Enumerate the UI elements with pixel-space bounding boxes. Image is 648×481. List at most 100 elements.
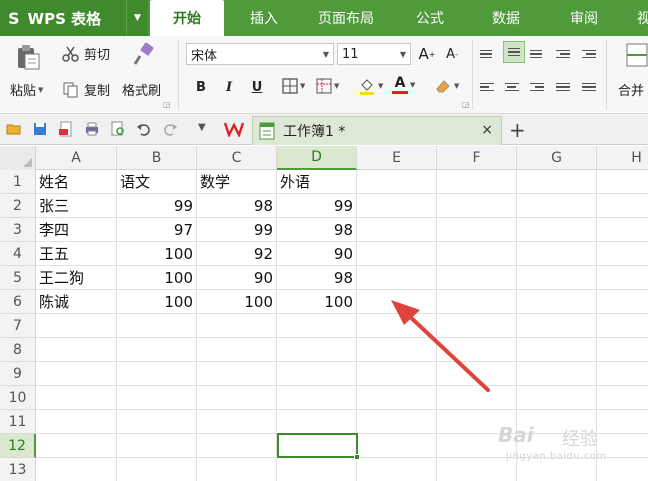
app-menu-caret-icon[interactable]: ▼ — [126, 0, 148, 36]
cell-b11[interactable] — [117, 410, 197, 434]
cell-b3[interactable]: 97 — [117, 218, 197, 242]
row-header-11[interactable]: 11 — [0, 410, 36, 434]
tab-formulas[interactable]: 公式 — [398, 0, 462, 36]
cell-c12[interactable] — [197, 434, 277, 458]
cell-e3[interactable] — [357, 218, 437, 242]
cell-a1[interactable]: 姓名 — [36, 170, 117, 194]
cell-e12[interactable] — [357, 434, 437, 458]
shrink-font-button[interactable]: A- — [441, 43, 463, 65]
underline-button[interactable]: U — [246, 76, 268, 98]
cell-g1[interactable] — [517, 170, 597, 194]
cell-fill-pattern-button[interactable]: ▼ — [316, 78, 339, 94]
redo-icon[interactable] — [162, 121, 178, 137]
cell-g9[interactable] — [517, 362, 597, 386]
print-icon[interactable] — [84, 121, 100, 137]
close-icon[interactable]: × — [481, 122, 493, 138]
cell-f6[interactable] — [437, 290, 517, 314]
column-header-c[interactable]: C — [197, 146, 277, 170]
cell-e5[interactable] — [357, 266, 437, 290]
print-preview-icon[interactable] — [110, 121, 126, 137]
cell-h9[interactable] — [597, 362, 648, 386]
tab-insert[interactable]: 插入 — [232, 0, 296, 36]
cell-g5[interactable] — [517, 266, 597, 290]
dialog-launcher-icon[interactable]: ◲ — [163, 100, 171, 109]
row-header-9[interactable]: 9 — [0, 362, 36, 386]
cell-e13[interactable] — [357, 458, 437, 481]
column-header-d[interactable]: D — [277, 146, 357, 170]
cell-c9[interactable] — [197, 362, 277, 386]
cell-f7[interactable] — [437, 314, 517, 338]
document-tab[interactable]: 工作簿1 * × — [252, 116, 502, 145]
cell-d1[interactable]: 外语 — [277, 170, 357, 194]
cell-a3[interactable]: 李四 — [36, 218, 117, 242]
cell-c13[interactable] — [197, 458, 277, 481]
cell-f9[interactable] — [437, 362, 517, 386]
column-header-a[interactable]: A — [36, 146, 117, 170]
cell-c1[interactable]: 数学 — [197, 170, 277, 194]
cell-e8[interactable] — [357, 338, 437, 362]
save-icon[interactable] — [32, 121, 48, 137]
cell-c8[interactable] — [197, 338, 277, 362]
cell-c11[interactable] — [197, 410, 277, 434]
cell-h10[interactable] — [597, 386, 648, 410]
cell-g6[interactable] — [517, 290, 597, 314]
cell-d8[interactable] — [277, 338, 357, 362]
new-tab-button[interactable]: + — [509, 118, 526, 142]
column-header-f[interactable]: F — [437, 146, 517, 170]
cell-b4[interactable]: 100 — [117, 242, 197, 266]
cell-f10[interactable] — [437, 386, 517, 410]
align-bottom-icon[interactable] — [530, 45, 550, 63]
cell-e10[interactable] — [357, 386, 437, 410]
align-center-icon[interactable] — [505, 78, 525, 96]
cell-d9[interactable] — [277, 362, 357, 386]
cell-d7[interactable] — [277, 314, 357, 338]
active-cell-selection[interactable] — [277, 433, 360, 460]
open-folder-icon[interactable] — [6, 121, 22, 137]
cell-b13[interactable] — [117, 458, 197, 481]
cell-e2[interactable] — [357, 194, 437, 218]
row-header-5[interactable]: 5 — [0, 266, 36, 290]
app-menu-button[interactable]: S WPS 表格 — [0, 0, 126, 36]
cell-d2[interactable]: 99 — [277, 194, 357, 218]
font-color-button[interactable]: A ▼ — [392, 76, 415, 94]
cell-d3[interactable]: 98 — [277, 218, 357, 242]
paste-button[interactable] — [14, 42, 48, 72]
dialog-launcher-icon[interactable]: ◲ — [462, 100, 470, 109]
cell-a11[interactable] — [36, 410, 117, 434]
borders-button[interactable]: ▼ — [282, 78, 305, 94]
align-top-icon[interactable] — [480, 45, 500, 63]
row-header-4[interactable]: 4 — [0, 242, 36, 266]
cell-c4[interactable]: 92 — [197, 242, 277, 266]
merge-label-button[interactable]: 合并 — [618, 80, 644, 99]
cell-g3[interactable] — [517, 218, 597, 242]
increase-indent-icon[interactable] — [582, 45, 602, 63]
cell-a13[interactable] — [36, 458, 117, 481]
cell-c5[interactable]: 90 — [197, 266, 277, 290]
cell-h5[interactable] — [597, 266, 648, 290]
row-header-13[interactable]: 13 — [0, 458, 36, 481]
merge-button[interactable] — [626, 42, 648, 68]
tab-page-layout[interactable]: 页面布局 — [304, 0, 388, 36]
customize-toolbar-chevron-icon[interactable]: ▼ — [198, 122, 206, 133]
cell-e9[interactable] — [357, 362, 437, 386]
cell-f3[interactable] — [437, 218, 517, 242]
cell-d13[interactable] — [277, 458, 357, 481]
cut-button[interactable]: 剪切 — [62, 44, 110, 63]
cell-h7[interactable] — [597, 314, 648, 338]
cell-h6[interactable] — [597, 290, 648, 314]
align-right-icon[interactable] — [530, 78, 550, 96]
cell-h4[interactable] — [597, 242, 648, 266]
bold-button[interactable]: B — [190, 76, 212, 98]
cell-h1[interactable] — [597, 170, 648, 194]
cell-f8[interactable] — [437, 338, 517, 362]
cell-c3[interactable]: 99 — [197, 218, 277, 242]
undo-icon[interactable] — [136, 121, 152, 137]
row-header-2[interactable]: 2 — [0, 194, 36, 218]
cell-e6[interactable] — [357, 290, 437, 314]
cell-f2[interactable] — [437, 194, 517, 218]
row-header-3[interactable]: 3 — [0, 218, 36, 242]
cell-a12[interactable] — [36, 434, 117, 458]
tab-view[interactable]: 视 — [632, 0, 648, 36]
cell-b10[interactable] — [117, 386, 197, 410]
column-header-e[interactable]: E — [357, 146, 437, 170]
